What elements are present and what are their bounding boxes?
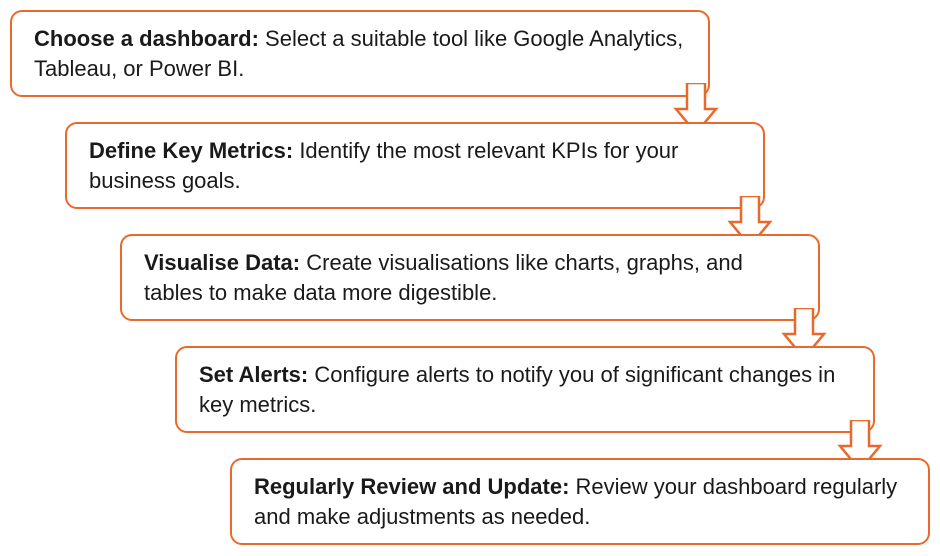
step-1-title: Choose a dashboard: bbox=[34, 26, 259, 51]
step-box-4: Set Alerts: Configure alerts to notify y… bbox=[175, 346, 875, 433]
step-box-5: Regularly Review and Update: Review your… bbox=[230, 458, 930, 545]
step-4-title: Set Alerts: bbox=[199, 362, 308, 387]
step-box-1: Choose a dashboard: Select a suitable to… bbox=[10, 10, 710, 97]
step-3-title: Visualise Data: bbox=[144, 250, 300, 275]
step-box-3: Visualise Data: Create visualisations li… bbox=[120, 234, 820, 321]
step-2-title: Define Key Metrics: bbox=[89, 138, 293, 163]
step-box-2: Define Key Metrics: Identify the most re… bbox=[65, 122, 765, 209]
step-5-title: Regularly Review and Update: bbox=[254, 474, 569, 499]
